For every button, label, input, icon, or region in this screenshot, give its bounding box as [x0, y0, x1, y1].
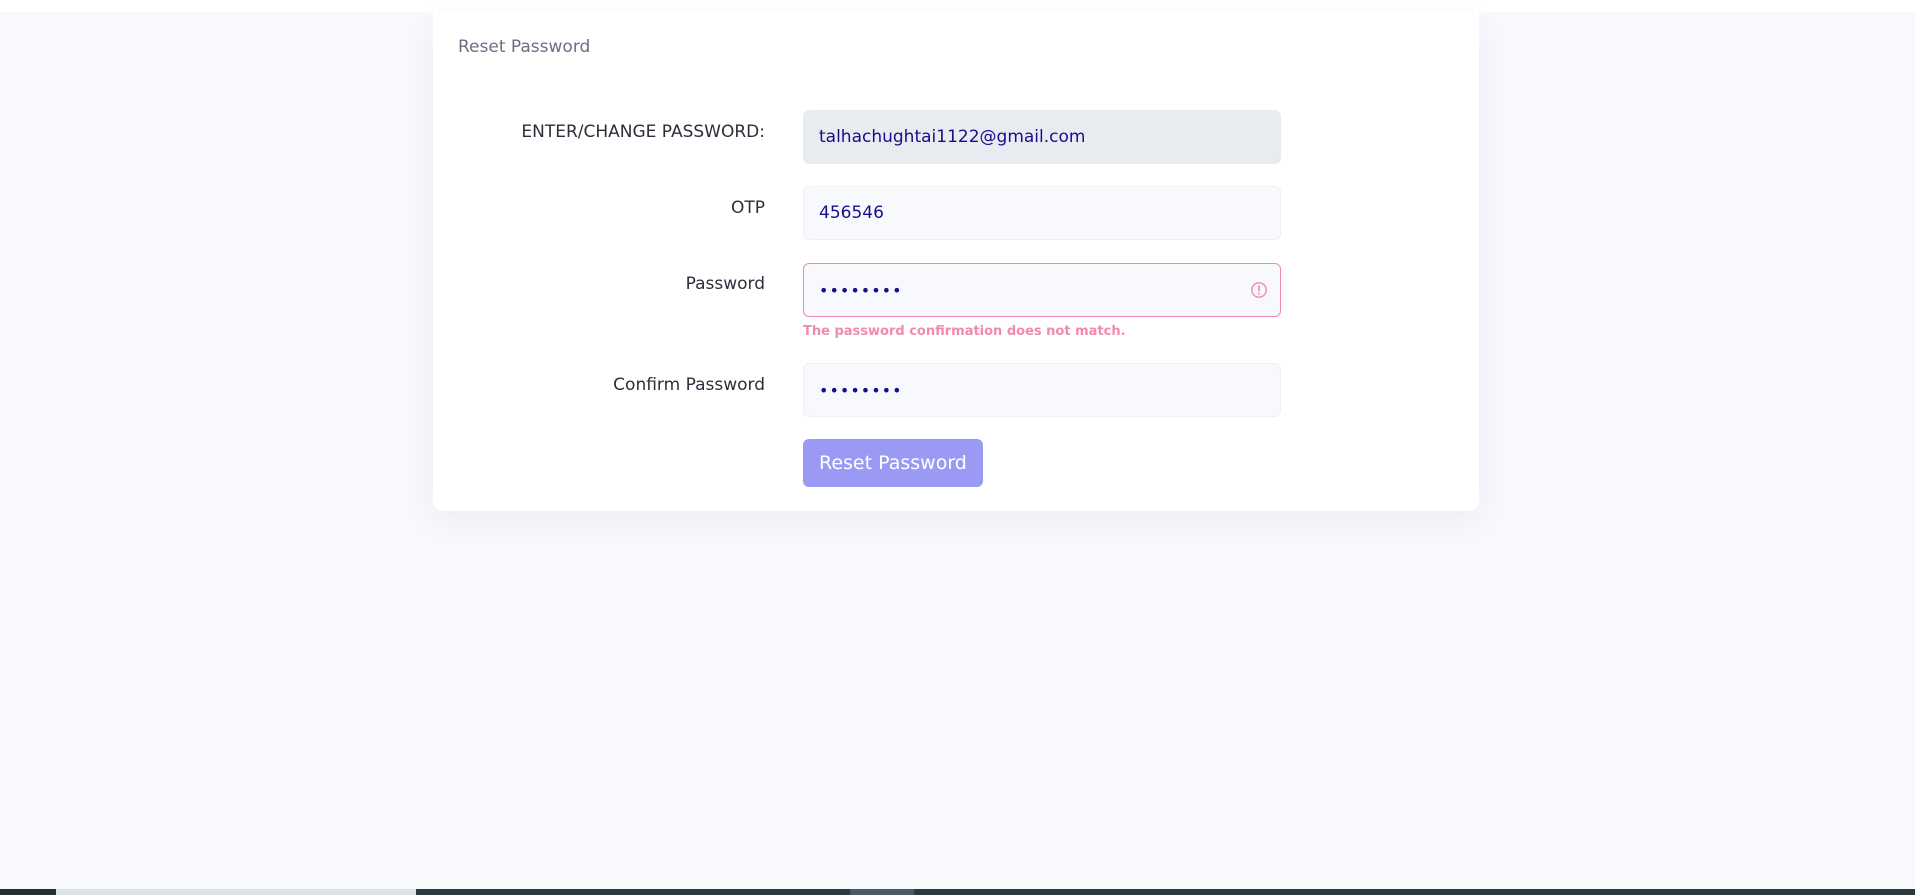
card-title: Reset Password — [458, 37, 591, 57]
password-value: •••••••• — [819, 280, 903, 300]
taskbar-segment — [56, 889, 416, 895]
password-field[interactable]: •••••••• — [803, 263, 1281, 317]
password-label: Password — [685, 274, 765, 294]
reset-password-card: Reset Password ENTER/CHANGE PASSWORD: ta… — [433, 12, 1479, 511]
email-value: talhachughtai1122@gmail.com — [819, 127, 1086, 147]
top-bar — [0, 0, 1915, 12]
confirm-password-value: •••••••• — [819, 380, 903, 400]
taskbar — [0, 889, 1915, 895]
otp-value: 456546 — [819, 203, 884, 223]
otp-field[interactable]: 456546 — [803, 186, 1281, 240]
password-error-message: The password confirmation does not match… — [803, 324, 1126, 339]
taskbar-segment — [850, 889, 914, 895]
otp-label: OTP — [730, 198, 765, 218]
email-field[interactable]: talhachughtai1122@gmail.com — [803, 110, 1281, 164]
exclamation-circle-icon — [1251, 282, 1267, 298]
confirm-password-field[interactable]: •••••••• — [803, 363, 1281, 417]
confirm-password-label: Confirm Password — [613, 375, 765, 395]
email-label: ENTER/CHANGE PASSWORD: — [521, 122, 765, 142]
taskbar-segment — [0, 889, 56, 895]
reset-password-button[interactable]: Reset Password — [803, 439, 983, 487]
